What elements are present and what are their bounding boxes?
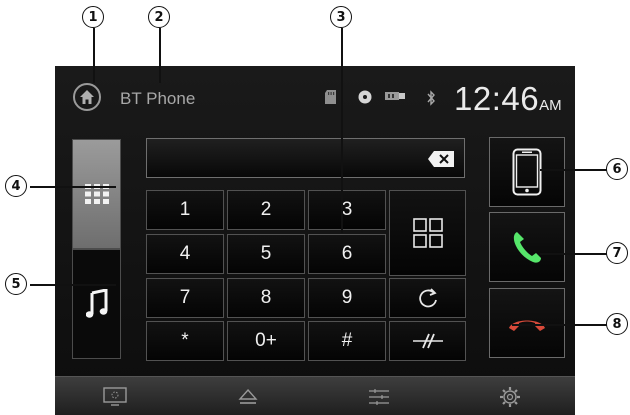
call-accept-button[interactable] bbox=[489, 212, 565, 282]
phone-device-icon bbox=[512, 148, 542, 196]
phone-number-field[interactable] bbox=[146, 138, 465, 178]
tab-keypad[interactable] bbox=[72, 139, 121, 249]
key-1[interactable]: 1 bbox=[146, 190, 224, 230]
redial-button[interactable] bbox=[389, 278, 466, 318]
call-end-button[interactable] bbox=[489, 288, 565, 358]
eject-button[interactable] bbox=[234, 385, 262, 409]
callout-2: 2 bbox=[148, 6, 170, 28]
equalizer-icon bbox=[369, 389, 389, 405]
callout-6: 6 bbox=[606, 158, 628, 180]
callout-1-leader bbox=[93, 28, 95, 83]
display-icon bbox=[103, 387, 127, 406]
contacts-grid-button[interactable] bbox=[389, 190, 466, 276]
callout-3: 3 bbox=[330, 6, 352, 28]
backspace-icon[interactable] bbox=[428, 151, 454, 167]
clock-ampm: AM bbox=[539, 97, 562, 114]
head-unit-screen: BT Phone 12:46AM 1 2 3 4 5 6 7 8 9 * 0+ … bbox=[55, 66, 575, 415]
phone-device-button[interactable] bbox=[489, 137, 565, 207]
disc-icon bbox=[358, 90, 372, 108]
callout-2-leader bbox=[159, 28, 161, 83]
key-7[interactable]: 7 bbox=[146, 278, 224, 318]
call-end-icon bbox=[509, 320, 545, 331]
callout-3-leader bbox=[341, 28, 343, 233]
home-button[interactable] bbox=[73, 83, 101, 111]
callout-7: 7 bbox=[606, 242, 628, 264]
bluetooth-icon bbox=[427, 90, 436, 110]
eject-icon bbox=[238, 388, 258, 404]
key-hash[interactable]: # bbox=[308, 321, 386, 361]
callout-5-leader bbox=[30, 284, 116, 286]
sd-card-icon bbox=[325, 90, 336, 108]
usb-icon bbox=[385, 90, 405, 106]
key-9[interactable]: 9 bbox=[308, 278, 386, 318]
callout-4-leader bbox=[30, 186, 116, 188]
key-8[interactable]: 8 bbox=[227, 278, 305, 318]
callout-6-leader bbox=[540, 169, 608, 171]
callout-1: 1 bbox=[82, 6, 104, 28]
status-bar: BT Phone 12:46AM bbox=[55, 66, 575, 132]
bottom-bar bbox=[55, 376, 575, 415]
callout-8-leader bbox=[512, 324, 608, 326]
settings-button[interactable] bbox=[496, 385, 524, 409]
contacts-grid-icon bbox=[412, 218, 443, 248]
key-5[interactable]: 5 bbox=[227, 234, 305, 274]
call-accept-icon bbox=[513, 232, 541, 263]
key-4[interactable]: 4 bbox=[146, 234, 224, 274]
clock: 12:46AM bbox=[454, 80, 562, 118]
disconnect-link-button[interactable] bbox=[389, 321, 466, 361]
equalizer-button[interactable] bbox=[365, 385, 393, 409]
callout-7-leader bbox=[540, 253, 608, 255]
key-2[interactable]: 2 bbox=[227, 190, 305, 230]
display-button[interactable] bbox=[101, 385, 129, 409]
settings-icon bbox=[500, 387, 520, 407]
music-note-icon bbox=[85, 289, 107, 318]
key-0-plus[interactable]: 0+ bbox=[227, 321, 305, 361]
home-icon bbox=[80, 90, 94, 104]
callout-8: 8 bbox=[606, 313, 628, 335]
key-3[interactable]: 3 bbox=[308, 190, 386, 230]
disconnect-link-icon bbox=[412, 333, 443, 349]
clock-time: 12:46 bbox=[454, 80, 540, 117]
key-6[interactable]: 6 bbox=[308, 234, 386, 274]
callout-5: 5 bbox=[5, 273, 27, 295]
tab-music[interactable] bbox=[72, 249, 121, 359]
redial-icon bbox=[418, 288, 437, 308]
callout-4: 4 bbox=[5, 175, 27, 197]
key-star[interactable]: * bbox=[146, 321, 224, 361]
page-title: BT Phone bbox=[120, 89, 196, 108]
